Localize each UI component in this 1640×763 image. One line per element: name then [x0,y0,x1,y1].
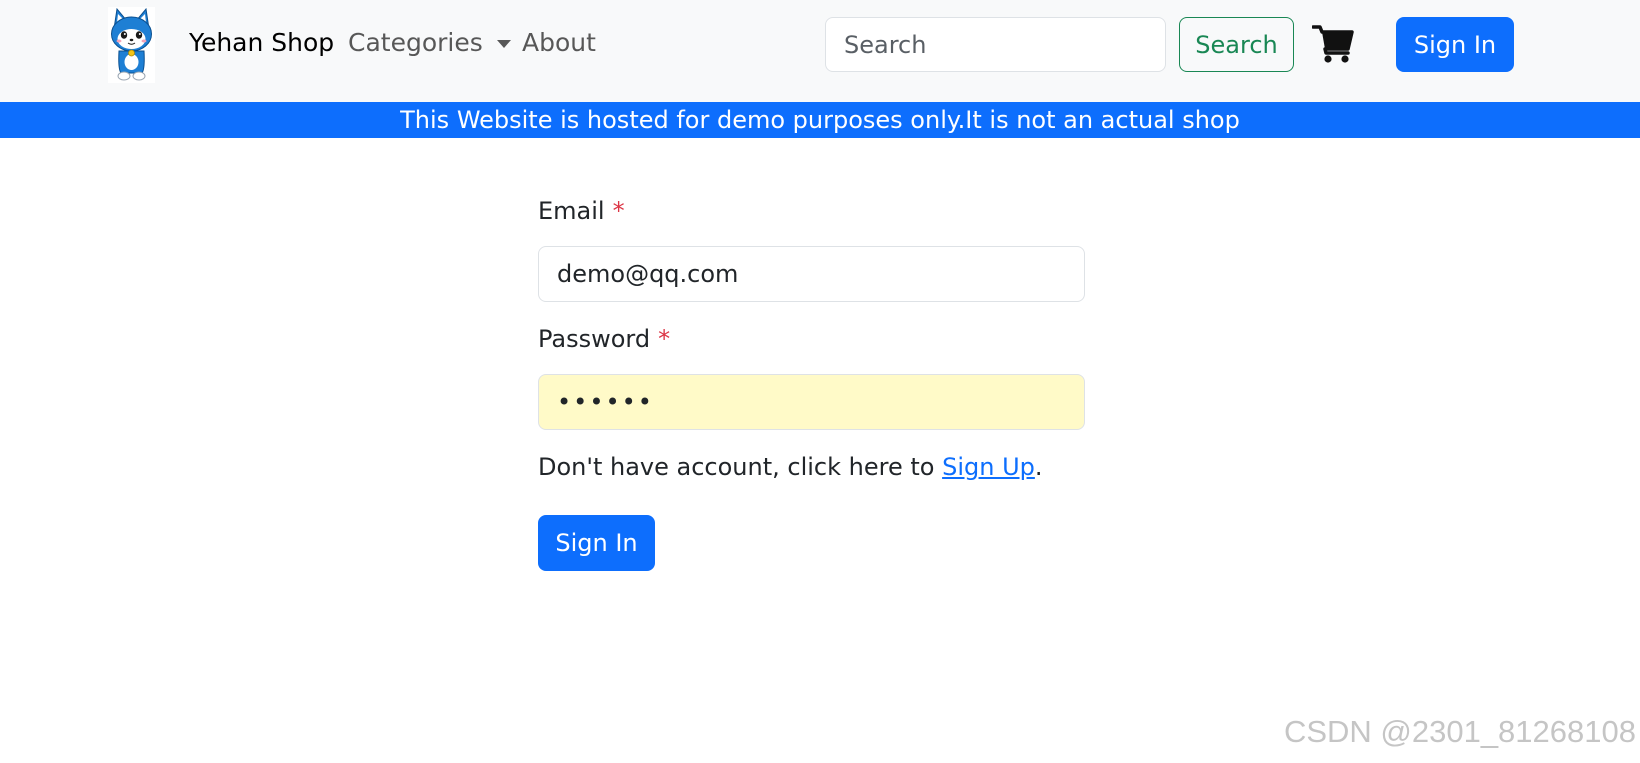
demo-notice-banner: This Website is hosted for demo purposes… [0,102,1640,138]
search-button[interactable]: Search [1179,17,1294,72]
password-field[interactable] [538,374,1085,430]
email-required-marker: * [612,197,625,225]
email-label: Email * [538,197,625,225]
password-label: Password * [538,325,670,353]
search-input[interactable] [825,17,1166,72]
sign-up-prompt-text: Don't have account, click here to [538,453,943,481]
password-required-marker: * [658,325,671,353]
about-link[interactable]: About [522,28,596,57]
csdn-watermark: CSDN @2301_81268108 [1283,714,1636,749]
caret-down-icon [496,39,511,48]
navbar: Yehan Shop Categories About Search Sign … [0,0,1640,102]
navbar-sign-in-button[interactable]: Sign In [1396,17,1514,72]
password-label-text: Password [538,325,651,353]
shopping-cart-icon[interactable] [1312,24,1354,64]
brand-link[interactable]: Yehan Shop [189,28,334,57]
sign-up-prompt: Don't have account, click here to Sign U… [538,453,1043,481]
cat-mascot-logo[interactable] [108,7,155,83]
email-field[interactable] [538,246,1085,302]
sign-up-prompt-period: . [1034,453,1043,481]
categories-label: Categories [348,28,483,57]
categories-dropdown[interactable]: Categories [348,28,511,57]
email-label-text: Email [538,197,605,225]
sign-in-button[interactable]: Sign In [538,515,655,571]
sign-up-link[interactable]: Sign Up [942,453,1035,481]
